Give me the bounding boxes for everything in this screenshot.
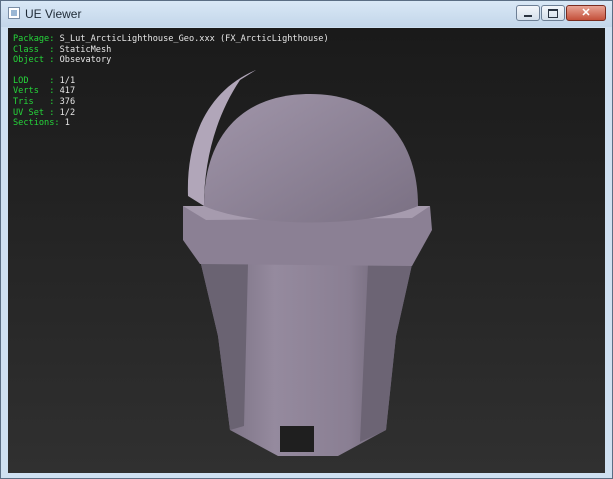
info-value-tris: 376 — [59, 96, 76, 107]
info-row-package: Package: S_Lut_ArcticLighthouse_Geo.xxx … — [13, 34, 329, 45]
mesh-facet-left — [200, 260, 248, 430]
info-label-tris: Tris : — [13, 96, 55, 107]
3d-viewport[interactable]: Package: S_Lut_ArcticLighthouse_Geo.xxx … — [8, 28, 605, 473]
info-row-uvset: UV Set : 1/2 — [13, 108, 329, 119]
info-value-sections: 1 — [64, 118, 70, 129]
info-label-class: Class : — [13, 44, 55, 55]
info-row-verts: Verts : 417 — [13, 86, 329, 97]
info-value-uvset: 1/2 — [59, 107, 76, 118]
close-button[interactable]: ✕ — [566, 5, 606, 21]
info-row-sections: Sections: 1 — [13, 118, 329, 129]
app-icon[interactable] — [8, 7, 20, 19]
caption-buttons: ✕ — [515, 5, 606, 21]
info-value-lod: 1/1 — [59, 75, 76, 86]
info-label-verts: Verts : — [13, 86, 55, 97]
info-label-package: Package: — [13, 34, 55, 44]
minimize-icon — [524, 14, 532, 17]
info-row-tris: Tris : 376 — [13, 97, 329, 108]
info-row-class: Class : StaticMesh — [13, 45, 329, 56]
info-row-lod: LOD : 1/1 — [13, 76, 329, 87]
minimize-button[interactable] — [516, 5, 540, 21]
window-title: UE Viewer — [25, 7, 82, 21]
mesh-facet-right — [360, 260, 413, 442]
app-window: UE Viewer ✕ Package: S_Lut_ArcticLightho… — [0, 0, 613, 479]
info-value-object: Obsevatory — [59, 55, 112, 66]
info-value-class: StaticMesh — [59, 44, 112, 55]
close-icon: ✕ — [581, 6, 591, 19]
maximize-button[interactable] — [541, 5, 565, 21]
info-value-verts: 417 — [59, 86, 76, 97]
info-row-object: Object : Obsevatory — [13, 55, 329, 66]
info-label-object: Object : — [13, 55, 55, 66]
maximize-icon — [548, 8, 558, 18]
title-bar[interactable]: UE Viewer ✕ — [1, 1, 612, 27]
mesh-door — [280, 426, 314, 452]
info-label-uvset: UV Set : — [13, 107, 55, 118]
info-value-package: S_Lut_ArcticLighthouse_Geo.xxx (FX_Arcti… — [59, 34, 329, 44]
info-label-lod: LOD : — [13, 75, 55, 86]
mesh-info-overlay: Package: S_Lut_ArcticLighthouse_Geo.xxx … — [13, 34, 329, 129]
info-label-sections: Sections: — [13, 118, 60, 129]
